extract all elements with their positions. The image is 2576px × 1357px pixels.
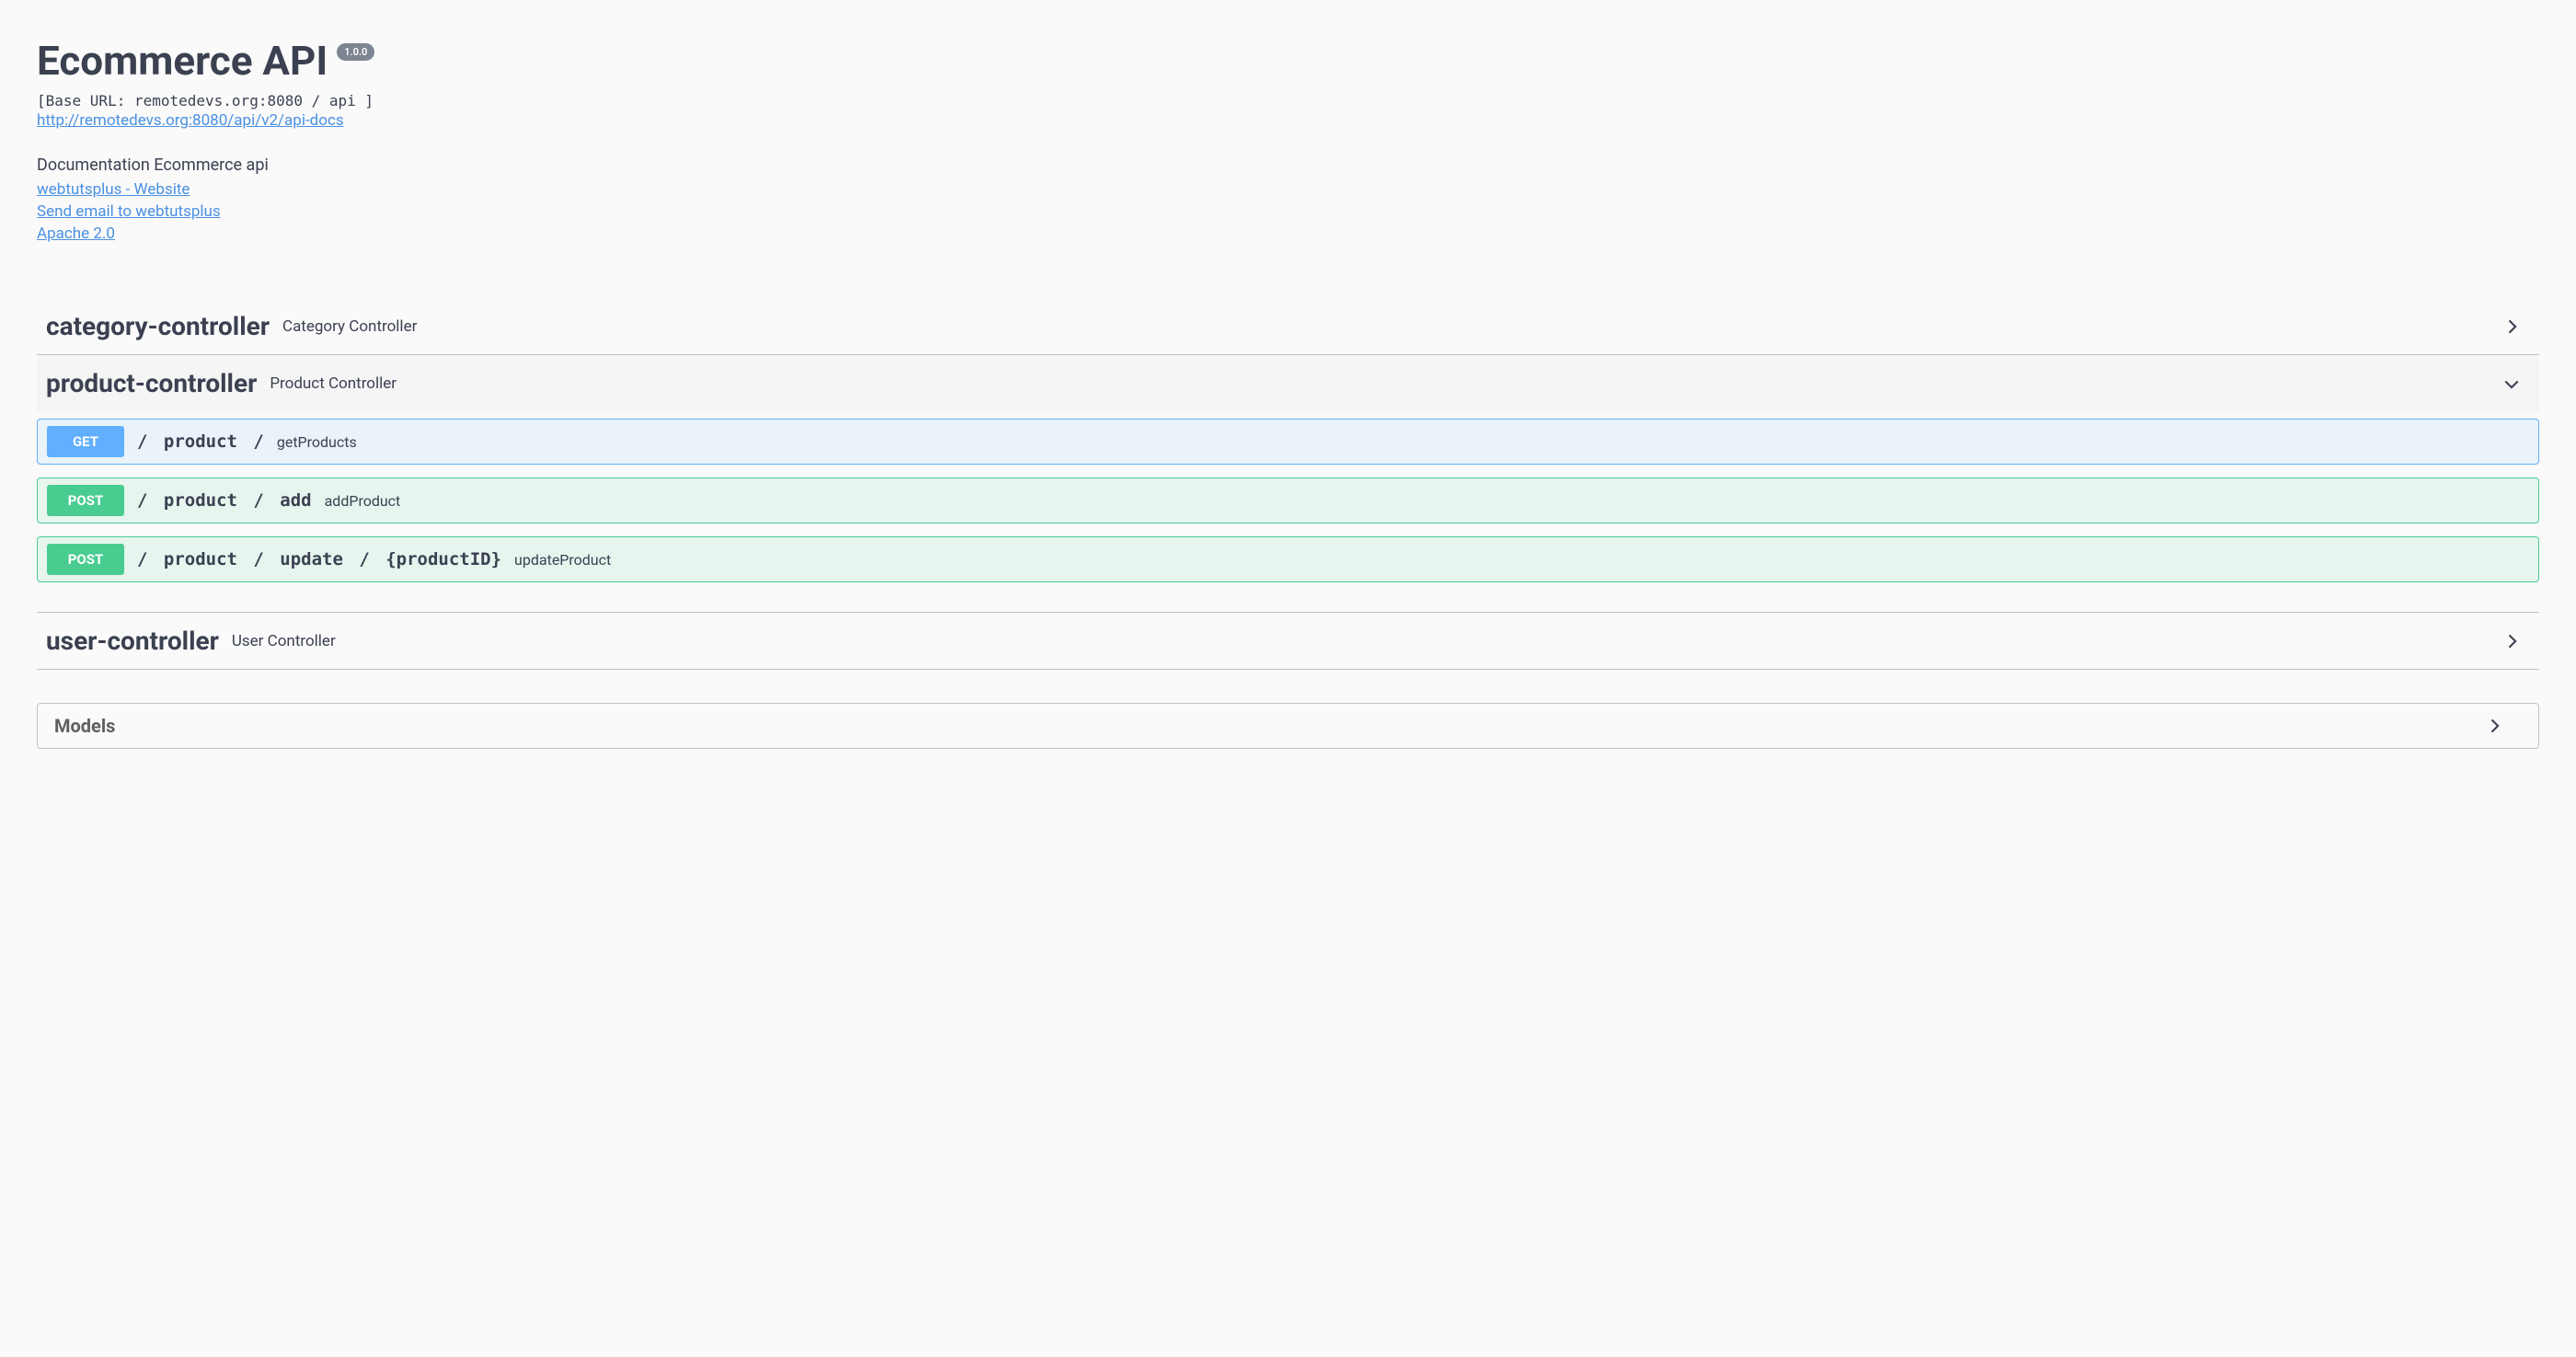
- operation-path: / product / update / {productID}: [137, 549, 501, 569]
- tag-product-controller: product-controller Product Controller GE…: [37, 355, 2539, 613]
- chevron-down-icon: [2502, 374, 2521, 393]
- tags-container: category-controller Category Controller …: [37, 298, 2539, 670]
- method-badge-get: GET: [47, 426, 124, 457]
- api-info: Ecommerce API 1.0.0 [Base URL: remotedev…: [37, 37, 2539, 243]
- operation-summary: getProducts: [277, 433, 357, 451]
- models-section: Models: [37, 703, 2539, 749]
- api-description: Documentation Ecommerce api: [37, 155, 2539, 175]
- tag-name: category-controller: [37, 311, 270, 341]
- operation-summary: addProduct: [325, 492, 401, 510]
- chevron-right-icon: [2485, 717, 2503, 735]
- models-title: Models: [54, 715, 2485, 737]
- tag-category-controller: category-controller Category Controller: [37, 298, 2539, 355]
- operations-list: GET / product / getProducts POST / produ…: [37, 411, 2539, 612]
- tag-description: Product Controller: [270, 374, 2502, 393]
- tag-name: user-controller: [37, 626, 219, 656]
- tag-name: product-controller: [37, 368, 257, 398]
- operation-get-products[interactable]: GET / product / getProducts: [37, 419, 2539, 465]
- tag-description: Category Controller: [282, 317, 2502, 336]
- api-docs-link[interactable]: http://remotedevs.org:8080/api/v2/api-do…: [37, 111, 344, 130]
- tag-description: User Controller: [232, 632, 2502, 650]
- api-title: Ecommerce API: [37, 37, 328, 85]
- tag-header-user-controller[interactable]: user-controller User Controller: [37, 613, 2539, 669]
- license-link[interactable]: Apache 2.0: [37, 224, 2539, 243]
- tag-user-controller: user-controller User Controller: [37, 613, 2539, 670]
- chevron-right-icon: [2502, 632, 2521, 650]
- method-badge-post: POST: [47, 544, 124, 575]
- operation-summary: updateProduct: [514, 551, 611, 569]
- operation-add-product[interactable]: POST / product / add addProduct: [37, 477, 2539, 523]
- operation-path: / product /: [137, 431, 264, 452]
- base-url: [Base URL: remotedevs.org:8080 / api ]: [37, 92, 2539, 109]
- operation-path: / product / add: [137, 490, 312, 511]
- tag-header-product-controller[interactable]: product-controller Product Controller: [37, 355, 2539, 411]
- operation-update-product[interactable]: POST / product / update / {productID} up…: [37, 536, 2539, 582]
- contact-email-link[interactable]: Send email to webtutsplus: [37, 202, 2539, 221]
- method-badge-post: POST: [47, 485, 124, 516]
- version-badge: 1.0.0: [337, 43, 374, 61]
- contact-website-link[interactable]: webtutsplus - Website: [37, 180, 2539, 199]
- models-toggle[interactable]: Models: [37, 703, 2539, 749]
- chevron-right-icon: [2502, 317, 2521, 336]
- tag-header-category-controller[interactable]: category-controller Category Controller: [37, 298, 2539, 354]
